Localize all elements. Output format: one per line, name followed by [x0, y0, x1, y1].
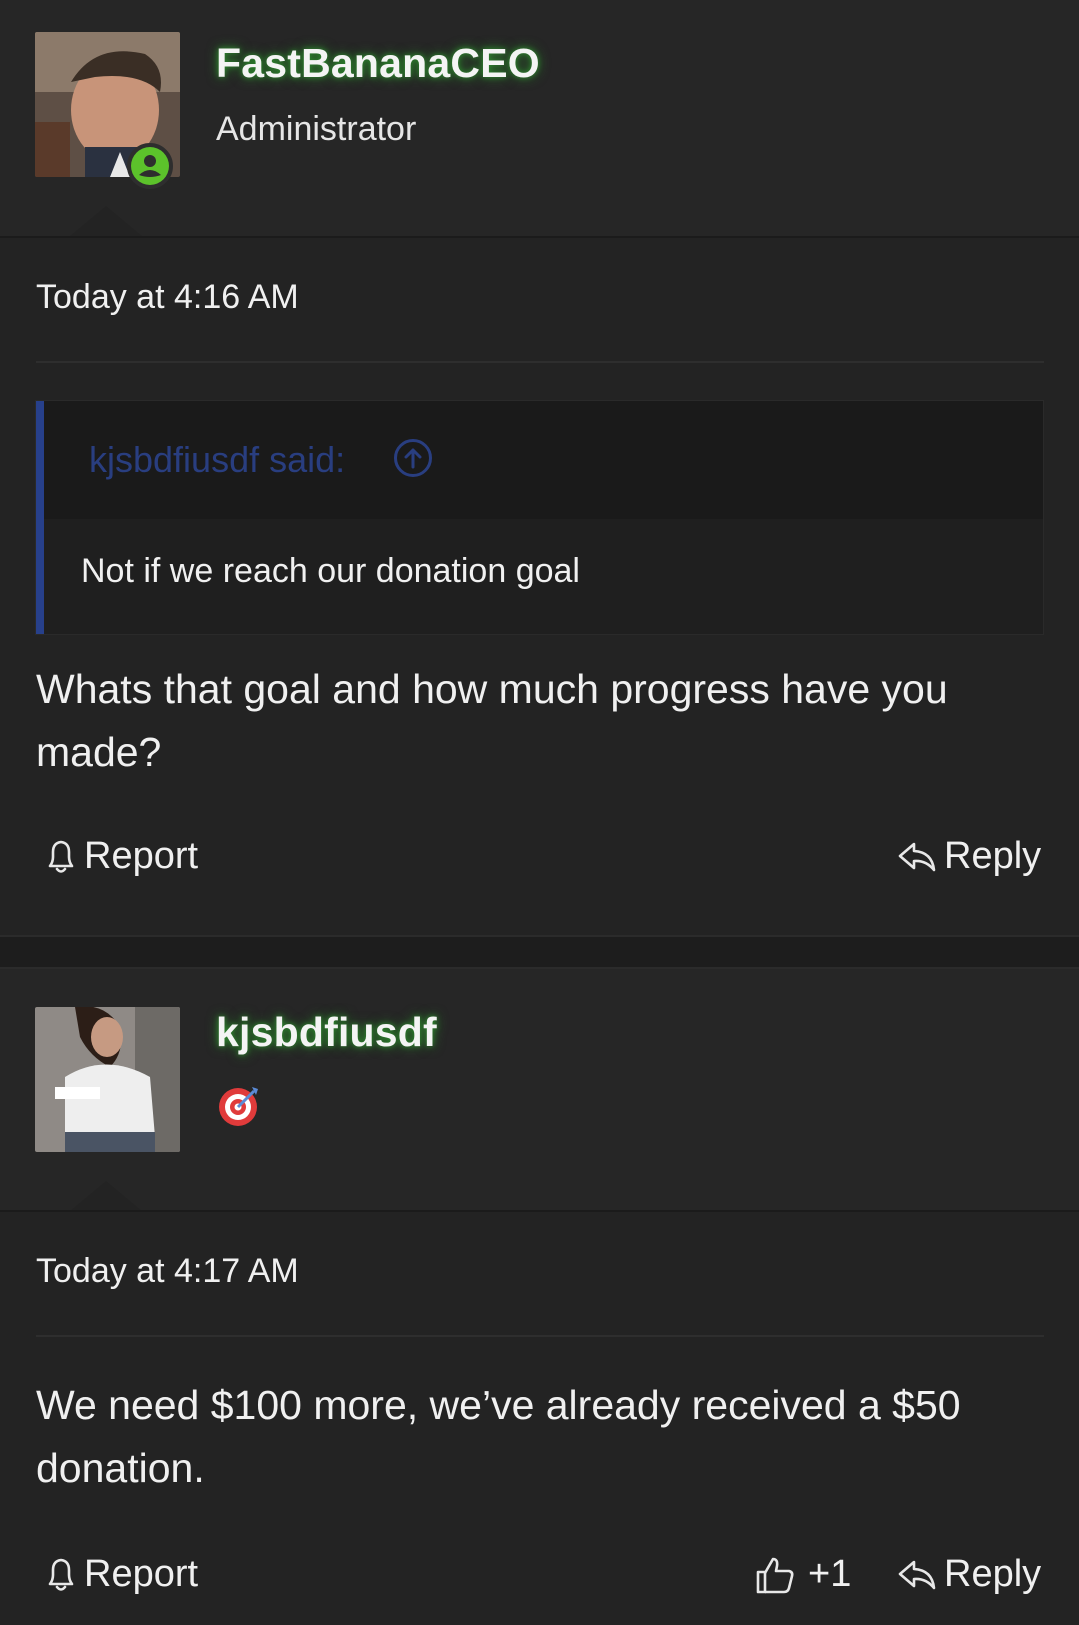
post-1: FastBananaCEO Administrator Today at 4:1…: [0, 0, 1079, 935]
quote-accent-bar: [36, 401, 44, 634]
online-status-icon: [127, 143, 173, 189]
bell-icon: [48, 840, 74, 873]
header-divider: [0, 236, 1079, 238]
thumbs-up-icon: [756, 1557, 794, 1593]
quote-header: kjsbdfiusdf said:: [44, 401, 1043, 519]
header-pointer: [70, 1181, 142, 1211]
post-timestamp[interactable]: Today at 4:16 AM: [36, 278, 299, 317]
divider: [36, 1335, 1044, 1337]
report-button[interactable]: Report: [44, 1553, 198, 1596]
bell-icon: [48, 1558, 74, 1591]
post-separator: [0, 935, 1079, 969]
user-title: Administrator: [216, 110, 417, 148]
reply-button[interactable]: Reply: [896, 1553, 1041, 1596]
reply-label: Reply: [944, 1553, 1042, 1595]
post-author-name[interactable]: FastBananaCEO: [216, 40, 540, 87]
post-timestamp[interactable]: Today at 4:17 AM: [36, 1252, 299, 1291]
quote-author-link[interactable]: kjsbdfiusdf said:: [89, 439, 345, 481]
like-count: +1: [808, 1553, 852, 1595]
report-label: Report: [84, 1553, 199, 1595]
quote-jump-icon[interactable]: [394, 439, 432, 477]
like-button[interactable]: +1: [754, 1553, 851, 1596]
quote-block: kjsbdfiusdf said: Not if we reach our do…: [35, 400, 1044, 635]
report-button[interactable]: Report: [44, 835, 198, 878]
post-message: Whats that goal and how much progress ha…: [36, 666, 948, 775]
reply-icon: [898, 1560, 936, 1589]
post-author-name[interactable]: kjsbdfiusdf: [216, 1009, 437, 1056]
avatar-kjsbdfiusdf[interactable]: [35, 1007, 180, 1152]
target-emoji-icon: [216, 1083, 262, 1129]
post-1-header: FastBananaCEO Administrator: [0, 0, 1079, 236]
header-divider: [0, 1210, 1079, 1212]
post-2-header: kjsbdfiusdf: [0, 969, 1079, 1211]
quote-body: Not if we reach our donation goal: [81, 552, 580, 590]
post-message: We need $100 more, we’ve already receive…: [36, 1382, 961, 1491]
reply-icon: [898, 842, 936, 871]
reply-button[interactable]: Reply: [896, 835, 1041, 878]
divider: [36, 361, 1044, 363]
report-label: Report: [84, 835, 199, 877]
header-pointer: [70, 206, 142, 236]
reply-label: Reply: [944, 835, 1042, 877]
